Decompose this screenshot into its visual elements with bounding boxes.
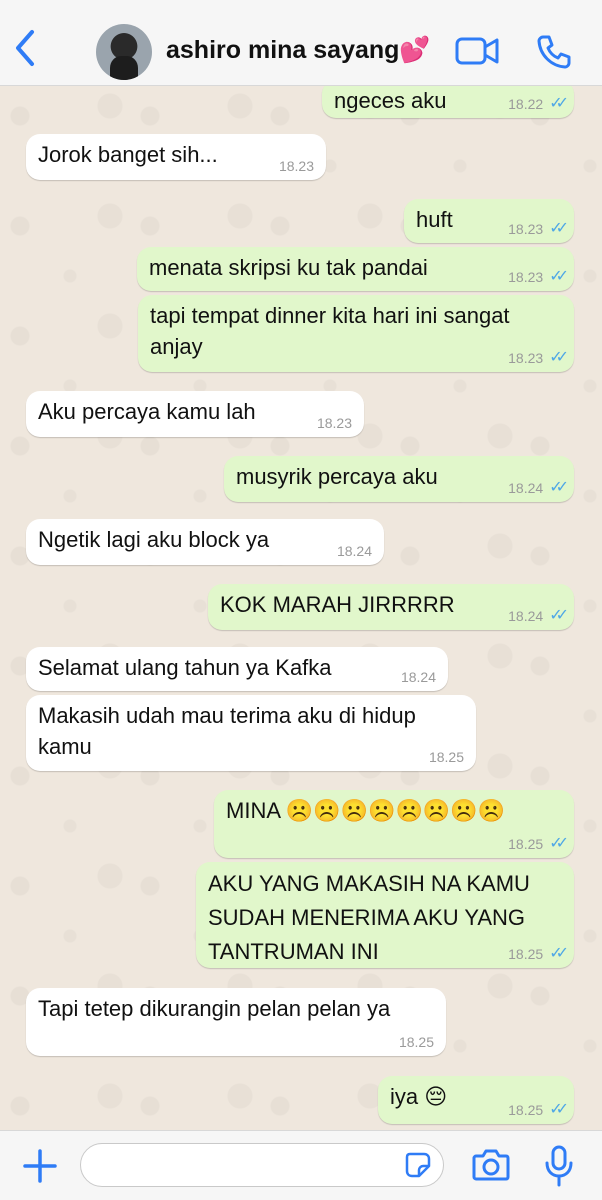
message-text: Selamat ulang tahun ya Kafka: [38, 655, 332, 680]
message-outgoing[interactable]: musyrik percaya aku 18.24 ✓✓: [224, 456, 574, 502]
message-text: menata skripsi ku tak pandai: [149, 255, 428, 280]
chat-header: ashiro mina sayang💕: [0, 0, 602, 86]
message-input[interactable]: [80, 1143, 444, 1187]
phone-icon[interactable]: [536, 34, 572, 70]
sticker-icon[interactable]: [405, 1152, 431, 1178]
message-text: MINA ☹️☹️☹️☹️☹️☹️☹️☹️: [226, 798, 506, 823]
message-text: AKU YANG MAKASIH NA KAMU SUDAH MENERIMA …: [208, 871, 530, 964]
message-incoming[interactable]: Tapi tetep dikurangin pelan pelan ya 18.…: [26, 988, 446, 1056]
message-incoming[interactable]: Jorok banget sih... 18.23: [26, 134, 326, 180]
message-time: 18.25: [508, 1102, 544, 1118]
message-outgoing[interactable]: KOK MARAH JIRRRRR 18.24 ✓✓: [208, 584, 574, 630]
message-time: 18.24: [336, 543, 372, 559]
message-text: Ngetik lagi aku block ya: [38, 527, 270, 552]
read-ticks-icon: ✓✓: [549, 268, 569, 285]
message-outgoing[interactable]: ngeces aku 18.22 ✓✓: [322, 86, 574, 118]
message-time: 18.22: [508, 96, 544, 112]
read-ticks-icon: ✓✓: [549, 835, 569, 852]
message-time: 18.24: [508, 608, 544, 624]
message-time: 18.23: [508, 350, 544, 366]
message-time: 18.24: [400, 669, 436, 685]
message-outgoing[interactable]: AKU YANG MAKASIH NA KAMU SUDAH MENERIMA …: [196, 862, 574, 968]
read-ticks-icon: ✓✓: [549, 95, 569, 112]
video-camera-icon[interactable]: [455, 34, 499, 68]
plus-icon[interactable]: [22, 1148, 58, 1184]
camera-icon[interactable]: [472, 1148, 510, 1182]
avatar[interactable]: [96, 24, 152, 80]
message-incoming[interactable]: Selamat ulang tahun ya Kafka 18.24: [26, 647, 448, 691]
message-text: Jorok banget sih...: [38, 142, 218, 167]
message-time: 18.25: [508, 946, 544, 962]
microphone-icon[interactable]: [544, 1145, 574, 1187]
composer-bar: [0, 1130, 602, 1200]
read-ticks-icon: ✓✓: [549, 945, 569, 962]
read-ticks-icon: ✓✓: [549, 220, 569, 237]
message-text: Aku percaya kamu lah: [38, 399, 256, 424]
read-ticks-icon: ✓✓: [549, 607, 569, 624]
message-time: 18.25: [508, 836, 544, 852]
message-outgoing[interactable]: iya 😔 18.25 ✓✓: [378, 1076, 574, 1124]
message-outgoing[interactable]: huft 18.23 ✓✓: [404, 199, 574, 243]
read-ticks-icon: ✓✓: [549, 1101, 569, 1118]
message-outgoing[interactable]: menata skripsi ku tak pandai 18.23 ✓✓: [137, 247, 574, 291]
message-time: 18.23: [316, 415, 352, 431]
message-time: 18.25: [428, 749, 464, 765]
message-text: tapi tempat dinner kita hari ini sangat …: [150, 303, 510, 359]
message-outgoing[interactable]: MINA ☹️☹️☹️☹️☹️☹️☹️☹️ 18.25 ✓✓: [214, 790, 574, 858]
message-text: Tapi tetep dikurangin pelan pelan ya: [38, 996, 391, 1021]
chevron-left-icon[interactable]: [10, 28, 40, 68]
chat-area[interactable]: ngeces aku 18.22 ✓✓ Jorok banget sih... 1…: [0, 86, 602, 1130]
message-time: 18.23: [508, 269, 544, 285]
message-time: 18.23: [508, 221, 544, 237]
message-incoming[interactable]: Ngetik lagi aku block ya 18.24: [26, 519, 384, 565]
message-incoming[interactable]: Aku percaya kamu lah 18.23: [26, 391, 364, 437]
message-incoming[interactable]: Makasih udah mau terima aku di hidup kam…: [26, 695, 476, 771]
message-time: 18.23: [278, 158, 314, 174]
message-text: Makasih udah mau terima aku di hidup kam…: [38, 703, 416, 759]
read-ticks-icon: ✓✓: [549, 479, 569, 496]
message-time: 18.24: [508, 480, 544, 496]
message-outgoing[interactable]: tapi tempat dinner kita hari ini sangat …: [138, 295, 574, 372]
read-ticks-icon: ✓✓: [549, 349, 569, 366]
message-time: 18.25: [398, 1034, 434, 1050]
contact-name[interactable]: ashiro mina sayang💕: [166, 36, 431, 65]
